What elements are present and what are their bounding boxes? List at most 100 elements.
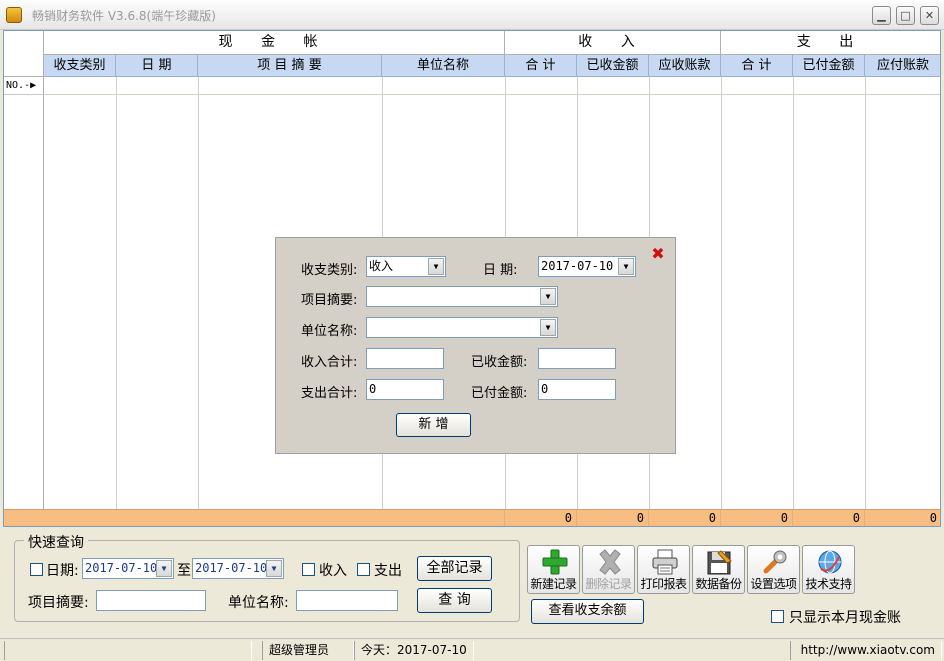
column-header-received[interactable]: 已收金额 — [577, 55, 649, 77]
column-header-income-total[interactable]: 合 计 — [505, 55, 577, 77]
column-header-paid[interactable]: 已付金额 — [793, 55, 865, 77]
settings-button[interactable]: 设置选项 — [747, 545, 800, 594]
income-filter-label: 收入 — [319, 563, 347, 579]
support-button[interactable]: 技术支持 — [802, 545, 855, 594]
column-divider — [793, 77, 794, 509]
minimize-button[interactable]: ▁ — [872, 6, 891, 25]
status-website[interactable]: http://www.xiaotv.com — [790, 641, 942, 660]
support-label: 技术支持 — [805, 577, 852, 591]
chevron-down-icon[interactable]: ▼ — [156, 560, 172, 577]
total-paid: 0 — [793, 510, 865, 526]
total-receivable: 0 — [649, 510, 721, 526]
expense-total-label: 支出合计: — [301, 386, 358, 401]
date-filter-label: 日期: — [46, 563, 79, 579]
settings-label: 设置选项 — [750, 577, 797, 591]
printer-icon — [652, 549, 678, 575]
backup-label: 数据备份 — [695, 577, 742, 591]
column-divider — [865, 77, 866, 509]
column-divider — [721, 77, 722, 509]
close-button[interactable]: ✕ — [920, 6, 939, 25]
totals-blank — [4, 510, 505, 526]
view-balance-button[interactable]: 查看收支余额 — [531, 599, 644, 624]
expense-filter-checkbox[interactable] — [357, 563, 370, 576]
row-header-column — [4, 95, 44, 509]
type-select[interactable]: 收入 ▼ — [366, 256, 446, 277]
grid-corner — [4, 31, 44, 77]
total-received: 0 — [577, 510, 649, 526]
column-header-summary[interactable]: 项 目 摘 要 — [198, 55, 382, 77]
query-unit-label: 单位名称: — [228, 595, 289, 611]
column-header-receivable[interactable]: 应收账款 — [649, 55, 721, 77]
received-label: 已收金额: — [471, 355, 528, 370]
query-unit-input[interactable] — [296, 590, 398, 611]
month-only-label: 只显示本月现金账 — [789, 610, 901, 626]
chevron-down-icon[interactable]: ▼ — [266, 560, 282, 577]
paid-input[interactable]: 0 — [538, 379, 616, 400]
delete-record-label: 删除记录 — [585, 577, 632, 591]
column-header-unit[interactable]: 单位名称 — [382, 55, 505, 77]
chevron-down-icon[interactable]: ▼ — [540, 288, 556, 305]
date-picker[interactable]: 2017-07-10 ▼ — [538, 256, 636, 277]
status-blank — [4, 641, 252, 660]
column-header-date[interactable]: 日 期 — [116, 55, 198, 77]
print-report-label: 打印报表 — [640, 577, 687, 591]
print-report-button[interactable]: 打印报表 — [637, 545, 690, 594]
all-records-button[interactable]: 全部记录 — [417, 556, 492, 581]
date-to-label: 至 — [177, 563, 191, 579]
query-summary-label: 项目摘要: — [28, 595, 89, 611]
new-record-label: 新建记录 — [530, 577, 577, 591]
income-total-label: 收入合计: — [301, 355, 358, 370]
type-select-value: 收入 — [369, 259, 394, 273]
new-record-dialog: ✖ 收支类别: 收入 ▼ 日 期: 2017-07-10 ▼ 项目摘要: ▼ 单… — [275, 237, 676, 454]
date-picker-value: 2017-07-10 — [541, 259, 614, 273]
summary-label: 项目摘要: — [301, 293, 358, 308]
date-to-value: 2017-07-10 — [195, 561, 268, 575]
column-header-expense-total[interactable]: 合 计 — [721, 55, 793, 77]
month-only-checkbox[interactable] — [771, 610, 784, 623]
column-header-payable[interactable]: 应付账款 — [865, 55, 940, 77]
new-record-button[interactable]: 新建记录 — [527, 545, 580, 594]
column-divider — [198, 77, 199, 509]
received-input[interactable] — [538, 348, 616, 369]
unit-combobox[interactable]: ▼ — [366, 317, 558, 338]
maximize-button[interactable]: □ — [896, 6, 915, 25]
chevron-down-icon[interactable]: ▼ — [618, 258, 634, 275]
plus-icon — [542, 549, 568, 575]
total-payable: 0 — [865, 510, 940, 526]
group-header-expense: 支 出 — [721, 31, 940, 55]
chevron-down-icon[interactable]: ▼ — [540, 319, 556, 336]
column-header-type[interactable]: 收支类别 — [44, 55, 116, 77]
title-bar: 畅销财务软件 V3.6.8(端午珍藏版) ▁ □ ✕ — [0, 0, 944, 30]
query-summary-input[interactable] — [96, 590, 206, 611]
dialog-close-icon[interactable]: ✖ — [650, 246, 666, 262]
income-total-input[interactable] — [366, 348, 444, 369]
paid-label: 已付金额: — [471, 386, 528, 401]
expense-filter-label: 支出 — [374, 563, 402, 579]
group-header-income: 收 入 — [505, 31, 721, 55]
total-income: 0 — [505, 510, 577, 526]
query-button[interactable]: 查 询 — [417, 588, 492, 613]
date-from-picker[interactable]: 2017-07-10 ▼ — [82, 558, 174, 579]
status-user: 超级管理员 — [262, 641, 354, 660]
date-filter-checkbox[interactable] — [30, 563, 43, 576]
globe-icon — [818, 550, 842, 574]
totals-row: 0 0 0 0 0 0 — [4, 509, 940, 526]
wrench-icon — [763, 550, 787, 574]
type-label: 收支类别: — [301, 263, 358, 278]
expense-total-input[interactable]: 0 — [366, 379, 444, 400]
row-divider — [44, 94, 940, 95]
income-filter-checkbox[interactable] — [302, 563, 315, 576]
delete-x-icon — [599, 549, 621, 575]
group-header-cash: 现 金 帐 — [44, 31, 505, 55]
add-button[interactable]: 新 增 — [396, 413, 471, 437]
summary-combobox[interactable]: ▼ — [366, 286, 558, 307]
window-title: 畅销财务软件 V3.6.8(端午珍藏版) — [32, 9, 216, 23]
date-to-picker[interactable]: 2017-07-10 ▼ — [192, 558, 284, 579]
chevron-down-icon[interactable]: ▼ — [428, 258, 444, 275]
status-bar: 超级管理员 今天：2017-07-10 http://www.xiaotv.co… — [0, 638, 944, 661]
floppy-disk-icon — [707, 550, 732, 575]
row-indicator: NO.-▶ — [4, 77, 44, 95]
column-divider — [116, 77, 117, 509]
backup-button[interactable]: 数据备份 — [692, 545, 745, 594]
delete-record-button[interactable]: 删除记录 — [582, 545, 635, 594]
